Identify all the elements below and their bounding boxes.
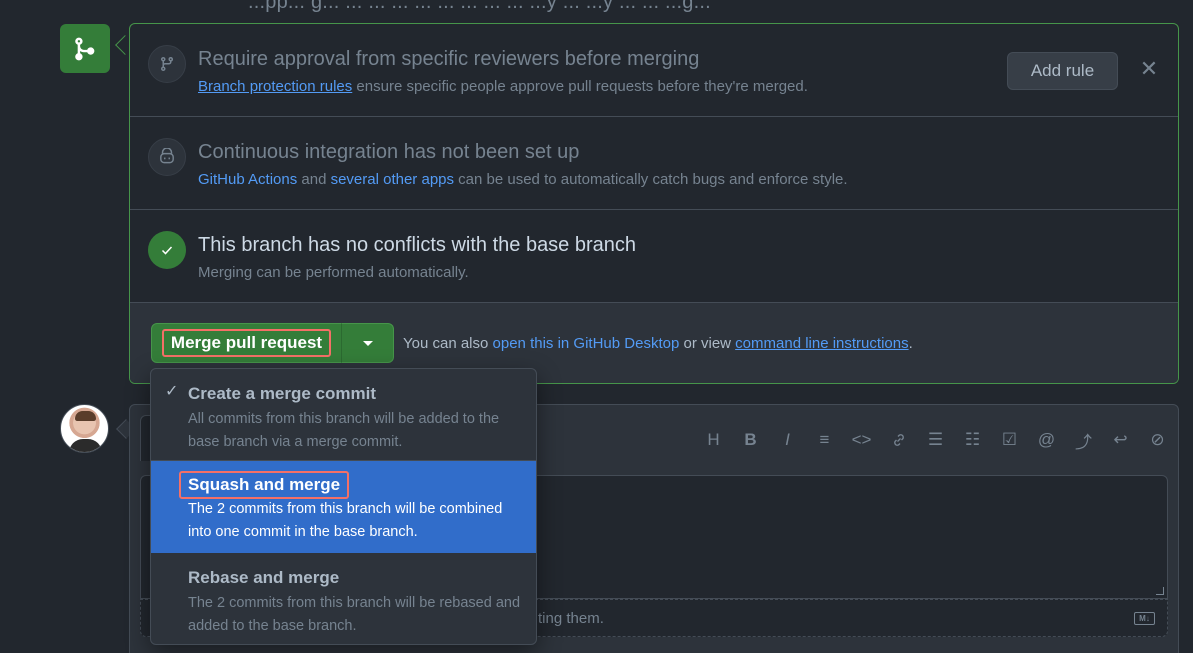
- merge-method-menu: ✓ Create a merge commit All commits from…: [150, 368, 537, 645]
- attach-text: ting them.: [538, 610, 604, 627]
- reply-icon[interactable]: ↩: [1102, 427, 1139, 453]
- ci-row: Continuous integration has not been set …: [130, 117, 1178, 210]
- conflicts-title: This branch has no conflicts with the ba…: [198, 234, 637, 256]
- reviewers-row: Require approval from specific reviewers…: [130, 24, 1178, 117]
- conflicts-row: This branch has no conflicts with the ba…: [130, 210, 1178, 303]
- other-apps-link[interactable]: several other apps: [331, 171, 454, 188]
- merge-button-label: Merge pull request: [161, 329, 332, 357]
- menu-item-merge-commit[interactable]: ✓ Create a merge commit All commits from…: [151, 369, 536, 461]
- resize-grip-icon[interactable]: [1156, 587, 1164, 595]
- menu-item-title: Create a merge commit: [188, 384, 377, 403]
- quote-icon[interactable]: ≡: [806, 427, 843, 453]
- merge-pull-request-button[interactable]: Merge pull request: [151, 323, 342, 363]
- link-icon[interactable]: [880, 427, 917, 453]
- bold-icon[interactable]: B: [732, 427, 769, 453]
- github-actions-link[interactable]: GitHub Actions: [198, 171, 297, 188]
- reviewers-subtitle: Branch protection rules ensure specific …: [198, 78, 808, 95]
- menu-item-squash-and-merge[interactable]: Squash and merge The 2 commits from this…: [151, 461, 536, 553]
- markdown-icon[interactable]: M↓: [1134, 612, 1155, 625]
- merge-also-text: You can also open this in GitHub Desktop…: [403, 335, 913, 352]
- markdown-toolbar: H B I ≡ <> ☰ ☷ ☑ @ ⤴ ↩ ⊘: [695, 427, 1176, 453]
- also-prefix: You can also: [403, 335, 489, 352]
- check-circle-icon: [148, 231, 186, 269]
- ci-title: Continuous integration has not been set …: [198, 141, 580, 163]
- merge-method-dropdown-button[interactable]: [341, 323, 394, 363]
- italic-icon[interactable]: I: [769, 427, 806, 453]
- ci-and-text: and: [301, 171, 327, 188]
- add-rule-button[interactable]: Add rule: [1007, 52, 1118, 90]
- robot-icon: [148, 138, 186, 176]
- avatar[interactable]: [60, 404, 109, 453]
- tasklist-icon[interactable]: ☑: [991, 427, 1028, 453]
- merge-box: Require approval from specific reviewers…: [129, 23, 1179, 384]
- mention-icon[interactable]: @: [1028, 427, 1065, 453]
- branch-icon: [148, 45, 186, 83]
- menu-item-title: Rebase and merge: [188, 568, 340, 587]
- or-view-text: or view: [683, 335, 731, 352]
- heading-icon[interactable]: H: [695, 427, 732, 453]
- caret-down-icon: [362, 340, 373, 346]
- menu-item-title: Squash and merge: [179, 471, 350, 499]
- command-line-link[interactable]: command line instructions: [735, 335, 908, 352]
- avatar-hair: [75, 411, 96, 421]
- close-icon[interactable]: ✕: [1137, 56, 1161, 81]
- ordered-list-icon[interactable]: ☷: [954, 427, 991, 453]
- code-icon[interactable]: <>: [843, 427, 880, 453]
- page-header-cut-text: ...pp... g... ... ... ... ... ... ... ..…: [248, 0, 711, 13]
- slash-command-icon[interactable]: ⊘: [1139, 427, 1176, 453]
- menu-item-rebase-and-merge[interactable]: Rebase and merge The 2 commits from this…: [151, 553, 536, 644]
- reviewers-text: ensure specific people approve pull requ…: [356, 78, 808, 95]
- ci-text: can be used to automatically catch bugs …: [458, 171, 848, 188]
- period: .: [908, 335, 913, 352]
- menu-item-description: The 2 commits from this branch will be c…: [188, 501, 503, 540]
- avatar-shirt: [69, 439, 102, 452]
- menu-item-description: All commits from this branch will be add…: [188, 411, 500, 450]
- conflicts-subtitle: Merging can be performed automatically.: [198, 264, 469, 281]
- unordered-list-icon[interactable]: ☰: [917, 427, 954, 453]
- github-desktop-link[interactable]: open this in GitHub Desktop: [493, 335, 680, 352]
- ci-subtitle: GitHub Actions and several other apps ca…: [198, 171, 848, 188]
- menu-item-description: The 2 commits from this branch will be r…: [188, 595, 521, 634]
- cross-reference-icon[interactable]: ⤴: [1065, 427, 1102, 453]
- git-merge-icon: [60, 24, 110, 73]
- branch-protection-link[interactable]: Branch protection rules: [198, 78, 352, 95]
- check-icon: ✓: [165, 383, 179, 400]
- reviewers-title: Require approval from specific reviewers…: [198, 48, 700, 70]
